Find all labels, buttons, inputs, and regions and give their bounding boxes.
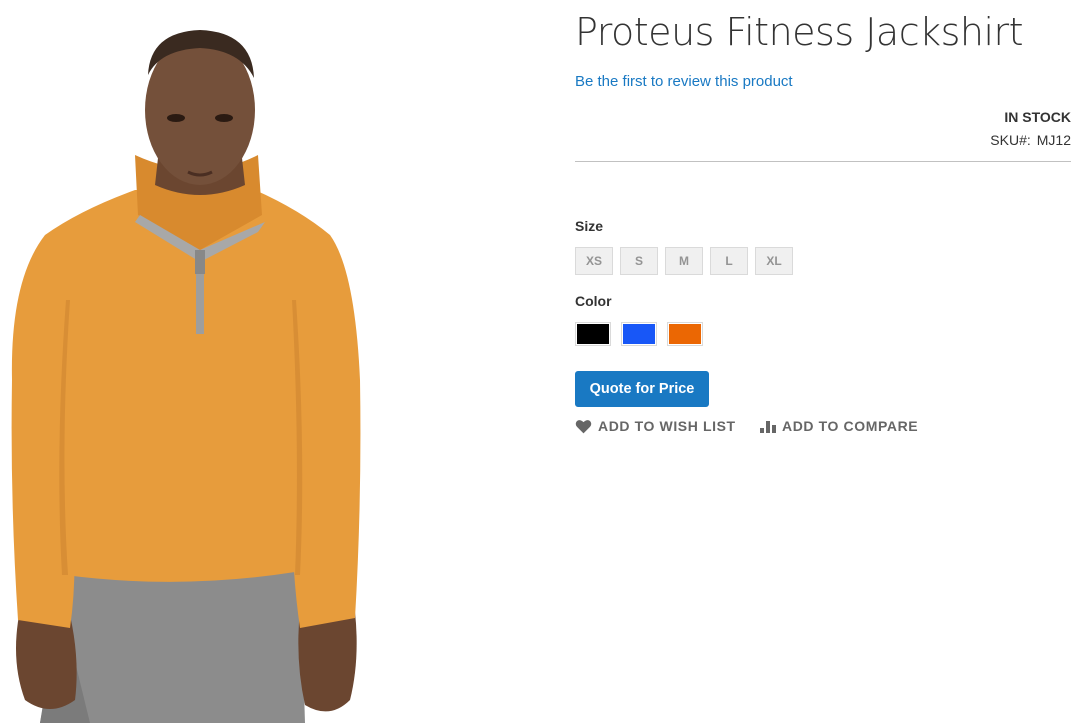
wishlist-label: ADD TO WISH LIST bbox=[598, 418, 736, 434]
product-photo[interactable] bbox=[0, 0, 560, 723]
quote-for-price-button[interactable]: Quote for Price bbox=[575, 371, 709, 407]
color-swatch-blue[interactable] bbox=[621, 322, 657, 346]
sku-value: MJ12 bbox=[1036, 132, 1071, 148]
product-title: Proteus Fitness Jackshirt bbox=[575, 10, 1024, 54]
bar-chart-icon bbox=[760, 421, 776, 433]
swatch-fill bbox=[669, 324, 701, 344]
sku: SKU#: MJ12 bbox=[990, 132, 1071, 148]
swatch-fill bbox=[623, 324, 655, 344]
color-options bbox=[575, 322, 703, 346]
color-swatch-black[interactable] bbox=[575, 322, 611, 346]
divider bbox=[575, 161, 1071, 162]
size-label: Size bbox=[575, 218, 604, 234]
size-options: XS S M L XL bbox=[575, 247, 793, 275]
swatch-fill bbox=[577, 324, 609, 344]
size-option-s[interactable]: S bbox=[620, 247, 658, 275]
stock-status: IN STOCK bbox=[1004, 109, 1071, 125]
size-option-l[interactable]: L bbox=[710, 247, 748, 275]
product-media bbox=[0, 0, 560, 723]
add-to-wishlist-link[interactable]: ADD TO WISH LIST bbox=[575, 418, 736, 434]
size-option-xl[interactable]: XL bbox=[755, 247, 793, 275]
color-swatch-orange[interactable] bbox=[667, 322, 703, 346]
sku-label: SKU#: bbox=[990, 132, 1031, 148]
add-to-compare-link[interactable]: ADD TO COMPARE bbox=[760, 418, 918, 434]
size-option-xs[interactable]: XS bbox=[575, 247, 613, 275]
review-link[interactable]: Be the first to review this product bbox=[575, 73, 793, 90]
color-label: Color bbox=[575, 293, 612, 309]
compare-label: ADD TO COMPARE bbox=[782, 418, 919, 434]
heart-icon bbox=[575, 419, 592, 433]
size-option-m[interactable]: M bbox=[665, 247, 703, 275]
